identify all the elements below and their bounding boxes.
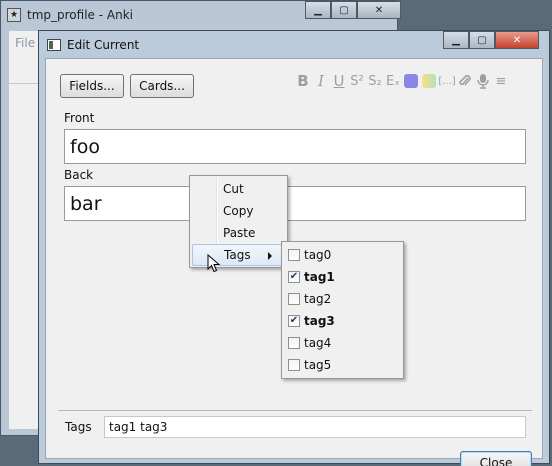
bold-icon[interactable]: B: [296, 72, 310, 90]
menu-file[interactable]: File: [15, 36, 35, 50]
back-label: Back: [64, 168, 94, 182]
highlight-color-icon[interactable]: [422, 74, 436, 88]
close-icon[interactable]: ✕: [357, 1, 401, 19]
checkbox-icon[interactable]: [288, 359, 300, 371]
anki-app-icon: ★: [7, 8, 21, 22]
tags-input[interactable]: tag1 tag3: [104, 416, 526, 438]
menu-item-tags[interactable]: Tags: [192, 244, 285, 266]
close-icon[interactable]: ✕: [495, 31, 539, 49]
attach-icon[interactable]: [458, 72, 472, 90]
menu-item-label: Cut: [223, 182, 244, 196]
format-toolbar: B I U S² S₂ Eₓ [...] ≡: [296, 72, 508, 90]
cards-button[interactable]: Cards...: [130, 74, 194, 98]
fields-button[interactable]: Fields...: [60, 74, 124, 98]
checkbox-checked-icon[interactable]: ✔: [288, 271, 300, 283]
subscript-icon[interactable]: S₂: [368, 72, 382, 90]
back-field[interactable]: bar: [64, 186, 526, 221]
tag-item-tag3[interactable]: ✔ tag3: [284, 310, 401, 332]
front-label: Front: [64, 111, 95, 125]
checkbox-icon[interactable]: [288, 293, 300, 305]
checkbox-icon[interactable]: [288, 249, 300, 261]
tag-label: tag0: [304, 248, 332, 262]
window-app-icon: [47, 38, 61, 51]
tags-label: Tags: [65, 420, 92, 434]
underline-icon[interactable]: U: [332, 72, 346, 90]
maximize-icon[interactable]: ▢: [469, 31, 495, 49]
submenu-arrow-icon: [268, 252, 272, 260]
superscript-icon[interactable]: S²: [350, 72, 364, 90]
close-button[interactable]: Close: [460, 451, 532, 466]
more-menu-icon[interactable]: ≡: [494, 72, 508, 90]
checkbox-checked-icon[interactable]: ✔: [288, 315, 300, 327]
italic-icon[interactable]: I: [314, 72, 328, 90]
context-menu: Cut Copy Paste Tags: [189, 175, 288, 268]
checkbox-icon[interactable]: [288, 337, 300, 349]
tag-item-tag4[interactable]: tag4: [284, 332, 401, 354]
menu-item-label: Paste: [223, 226, 256, 240]
mouse-cursor-icon: [207, 254, 221, 273]
minimize-icon[interactable]: ▁: [443, 31, 469, 49]
tag-item-tag2[interactable]: tag2: [284, 288, 401, 310]
tag-label: tag1: [304, 270, 335, 284]
tag-item-tag0[interactable]: tag0: [284, 244, 401, 266]
minimize-icon[interactable]: ▁: [305, 1, 331, 19]
menu-item-label: Tags: [224, 248, 251, 262]
menu-item-copy[interactable]: Copy: [192, 200, 285, 222]
tag-item-tag5[interactable]: tag5: [284, 354, 401, 376]
menu-item-paste[interactable]: Paste: [192, 222, 285, 244]
text-color-icon[interactable]: [404, 74, 418, 88]
tag-label: tag3: [304, 314, 335, 328]
menu-item-label: Copy: [223, 204, 254, 218]
front-field[interactable]: foo: [64, 129, 526, 164]
window-title: Edit Current: [67, 37, 140, 52]
tag-label: tag5: [304, 358, 332, 372]
clear-format-icon[interactable]: Eₓ: [386, 72, 400, 90]
cloze-icon[interactable]: [...]: [438, 72, 455, 90]
record-audio-icon[interactable]: [476, 72, 490, 90]
tag-item-tag1[interactable]: ✔ tag1: [284, 266, 401, 288]
tag-label: tag2: [304, 292, 332, 306]
maximize-icon[interactable]: ▢: [331, 1, 357, 19]
background-window-title: tmp_profile - Anki: [27, 8, 133, 22]
tags-submenu: tag0 ✔ tag1 tag2 ✔ tag3 tag4 tag5: [281, 241, 404, 379]
divider: [58, 410, 532, 411]
menu-item-cut[interactable]: Cut: [192, 178, 285, 200]
tag-label: tag4: [304, 336, 332, 350]
